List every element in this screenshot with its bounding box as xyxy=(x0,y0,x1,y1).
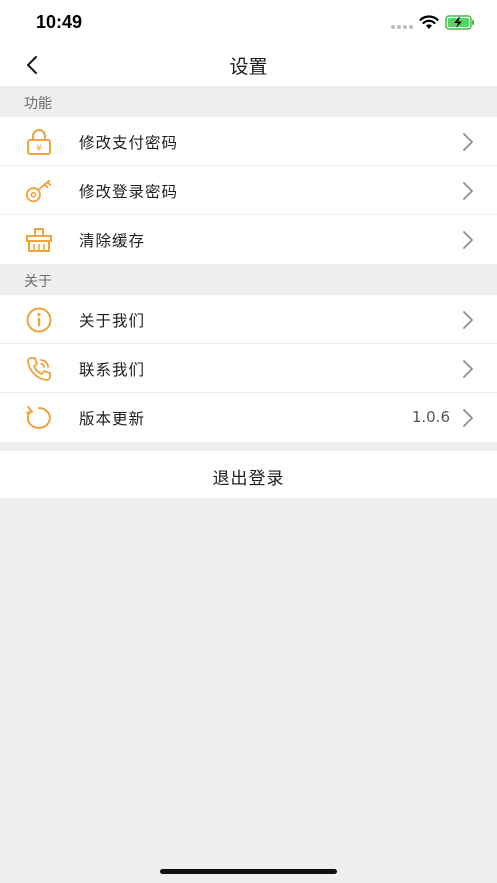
list-item-clear-cache[interactable]: 清除缓存 xyxy=(0,215,497,264)
section-header-function: 功能 xyxy=(0,86,497,117)
battery-icon xyxy=(445,14,475,34)
chevron-right-icon xyxy=(463,360,473,378)
list-item-payment-password[interactable]: ¥ 修改支付密码 xyxy=(0,117,497,166)
home-indicator xyxy=(160,869,337,874)
row-label: 版本更新 xyxy=(79,410,146,428)
status-bar: 10:49 xyxy=(0,0,497,44)
row-label: 联系我们 xyxy=(79,361,146,379)
row-label: 关于我们 xyxy=(79,312,146,330)
logout-button[interactable]: 退出登录 xyxy=(0,451,497,498)
status-icons xyxy=(391,14,475,34)
svg-text:¥: ¥ xyxy=(36,144,42,154)
wifi-icon xyxy=(419,14,439,34)
section-title: 关于 xyxy=(24,274,52,290)
about-list: 关于我们 联系我们 版本更新 1.0.6 xyxy=(0,295,497,442)
info-icon xyxy=(24,306,54,334)
list-item-about-us[interactable]: 关于我们 xyxy=(0,295,497,344)
nav-bar: 设置 xyxy=(0,44,497,86)
chevron-right-icon xyxy=(463,311,473,329)
key-icon xyxy=(24,177,54,205)
signal-icon xyxy=(391,15,413,34)
page-title: 设置 xyxy=(229,56,268,78)
chevron-right-icon xyxy=(463,231,473,249)
section-header-about: 关于 xyxy=(0,264,497,295)
list-item-login-password[interactable]: 修改登录密码 xyxy=(0,166,497,215)
basket-icon xyxy=(24,226,54,254)
logout-label: 退出登录 xyxy=(212,469,285,489)
row-label: 修改支付密码 xyxy=(79,134,179,152)
list-item-version-update[interactable]: 版本更新 1.0.6 xyxy=(0,393,497,442)
chevron-right-icon xyxy=(463,409,473,427)
list-item-contact-us[interactable]: 联系我们 xyxy=(0,344,497,393)
row-label: 清除缓存 xyxy=(79,232,146,250)
payment-lock-icon: ¥ xyxy=(24,128,54,156)
refresh-icon xyxy=(24,404,54,432)
row-label: 修改登录密码 xyxy=(79,183,179,201)
status-time: 10:49 xyxy=(36,12,83,32)
chevron-right-icon xyxy=(463,133,473,151)
chevron-right-icon xyxy=(463,182,473,200)
phone-icon xyxy=(24,355,54,383)
function-list: ¥ 修改支付密码 修改登录密码 清除缓存 xyxy=(0,117,497,264)
section-title: 功能 xyxy=(24,96,52,112)
version-value: 1.0.6 xyxy=(411,408,450,426)
